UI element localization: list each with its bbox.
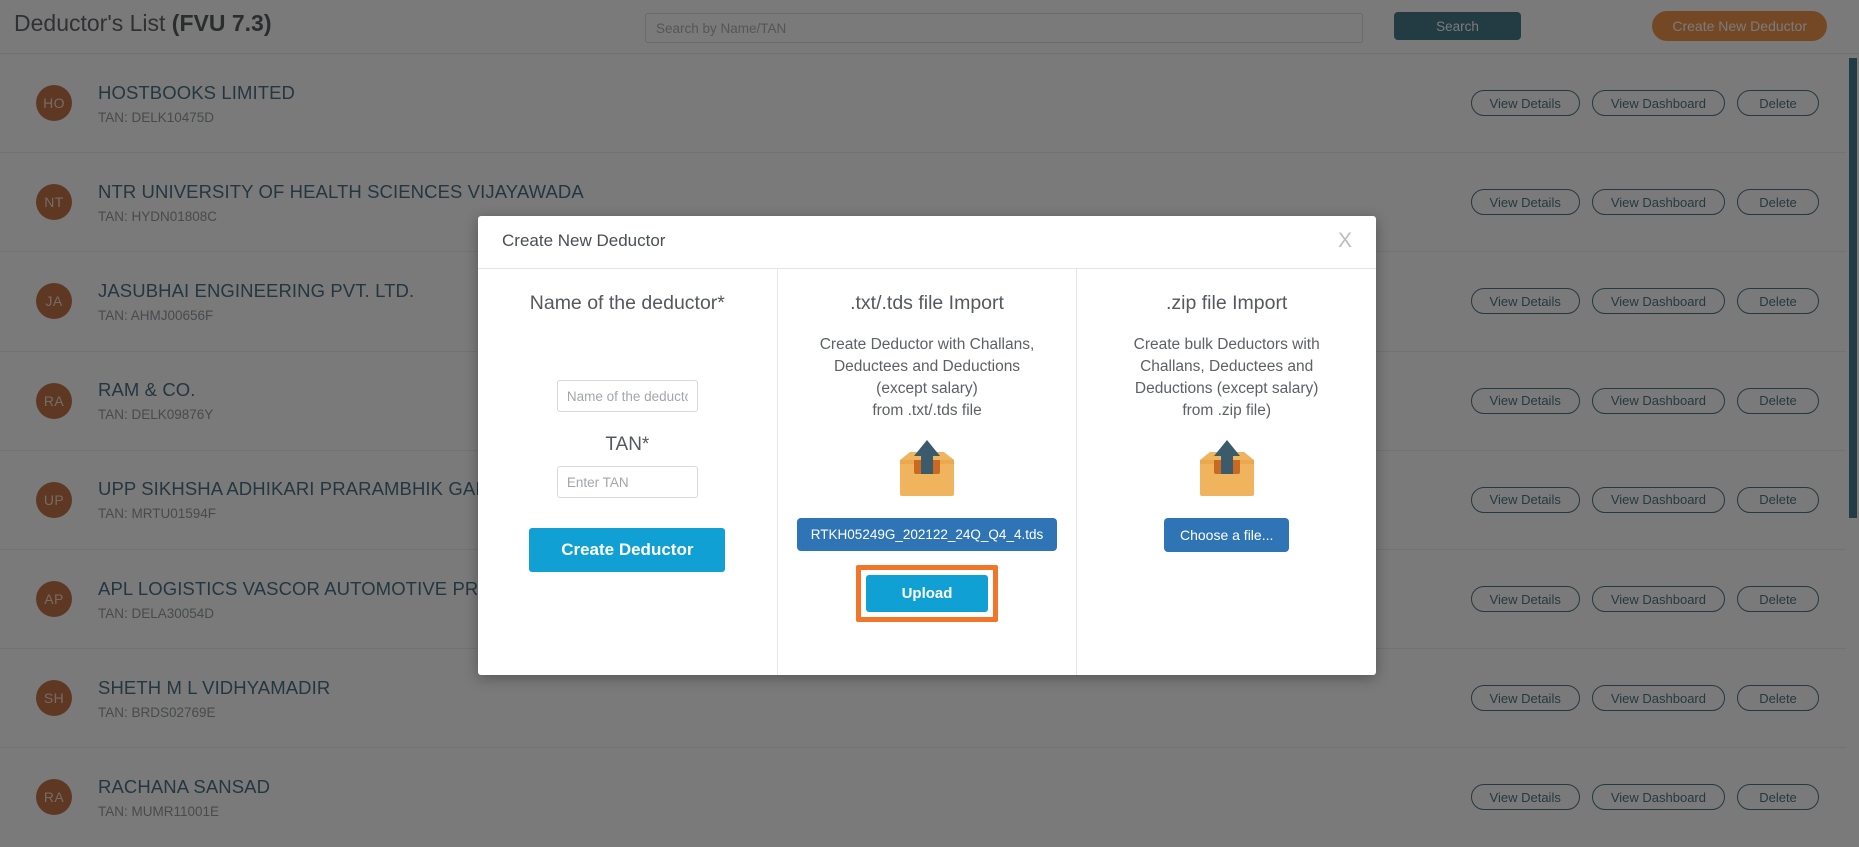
modal-body: Name of the deductor* TAN* Create Deduct… xyxy=(478,269,1376,675)
upload-box-icon-zip xyxy=(1188,438,1266,500)
tan-input[interactable] xyxy=(556,466,698,499)
name-field-wrapper xyxy=(478,380,777,413)
zip-import-column: .zip file Import Create bulk Deductors w… xyxy=(1077,269,1376,675)
txt-tds-import-heading: .txt/.tds file Import xyxy=(850,292,1004,314)
manual-create-column: Name of the deductor* TAN* Create Deduct… xyxy=(478,269,777,675)
tan-label: TAN* xyxy=(605,434,650,456)
name-of-deductor-label: Name of the deductor* xyxy=(529,292,725,314)
modal-title: Create New Deductor xyxy=(502,231,666,250)
deductor-name-input[interactable] xyxy=(556,380,698,413)
create-deductor-modal: Create New Deductor X Name of the deduct… xyxy=(478,216,1376,675)
create-deductor-submit-button[interactable]: Create Deductor xyxy=(529,528,726,573)
txt-tds-import-description: Create Deductor with Challans, Deductees … xyxy=(819,336,1035,420)
close-icon[interactable]: X xyxy=(1332,226,1358,255)
txt-tds-import-column: .txt/.tds file Import Create Deductor wi… xyxy=(776,269,1078,675)
modal-header: Create New Deductor X xyxy=(478,216,1376,269)
selected-file-button[interactable]: RTKH05249G_202122_24Q_Q4_4.tds xyxy=(796,518,1058,552)
app-root: Deductor's List (FVU 7.3) Search Create … xyxy=(0,0,1859,847)
zip-import-heading: .zip file Import xyxy=(1165,292,1288,314)
choose-file-button[interactable]: Choose a file... xyxy=(1163,518,1290,553)
tan-field-wrapper xyxy=(478,466,777,499)
upload-button[interactable]: Upload xyxy=(866,575,988,613)
upload-box-icon xyxy=(888,438,966,500)
zip-import-description: Create bulk Deductors with Challans, Dedu… xyxy=(1133,336,1320,420)
upload-button-highlight: Upload xyxy=(856,565,998,623)
